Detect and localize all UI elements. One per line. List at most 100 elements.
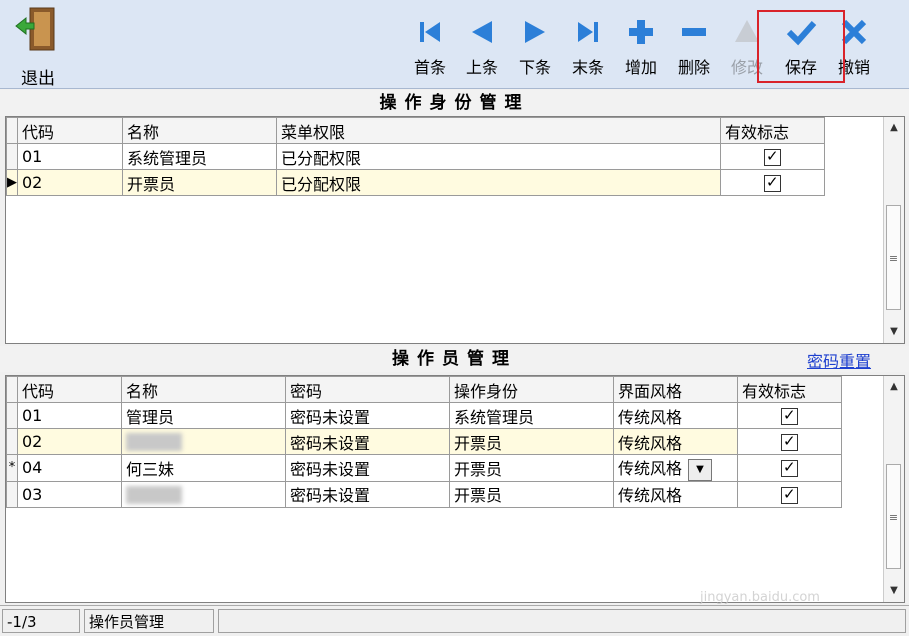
col-header[interactable]: 名称 xyxy=(122,117,277,144)
valid-checkbox[interactable] xyxy=(781,458,798,478)
table-row-editing[interactable]: * 04 何三妹 密码未设置 开票员 传统风格 ▼ xyxy=(6,454,842,482)
prev-icon xyxy=(472,21,492,43)
first-record-label: 首条 xyxy=(413,58,446,77)
delete-button[interactable]: 删除 xyxy=(669,8,719,80)
op-valid[interactable] xyxy=(737,454,842,482)
op-role[interactable]: 开票员 xyxy=(449,454,614,482)
op-password[interactable]: 密码未设置 xyxy=(285,480,450,508)
col-header[interactable]: 有效标志 xyxy=(737,376,842,403)
first-record-button[interactable]: 首条 xyxy=(405,8,455,80)
last-record-label: 末条 xyxy=(571,58,604,77)
valid-checkbox[interactable] xyxy=(781,432,798,451)
roles-section-title: 操作身份管理 xyxy=(0,90,909,116)
row-indicator-header xyxy=(6,376,18,403)
op-code[interactable]: 02 xyxy=(17,428,122,455)
col-header[interactable]: 名称 xyxy=(121,376,286,403)
op-style[interactable]: 传统风格 xyxy=(613,480,738,508)
op-name[interactable] xyxy=(121,480,286,508)
op-role[interactable]: 开票员 xyxy=(449,480,614,508)
op-style[interactable]: 传统风格 xyxy=(613,402,738,429)
table-row[interactable]: 01 管理员 密码未设置 系统管理员 传统风格 xyxy=(6,402,842,429)
col-header[interactable]: 代码 xyxy=(17,376,122,403)
row-indicator[interactable] xyxy=(6,143,18,170)
operators-section-title: 操作员管理 xyxy=(0,346,909,372)
roles-table: 代码 名称 菜单权限 有效标志 01 系统管理员 已分配权限 ▶ 02 开票员 … xyxy=(6,117,825,196)
roles-scrollbar[interactable]: ▲ ≡ ▼ xyxy=(883,117,904,343)
scroll-up-icon[interactable]: ▲ xyxy=(884,378,904,396)
role-name[interactable]: 系统管理员 xyxy=(122,143,277,170)
op-valid[interactable] xyxy=(737,402,842,429)
baidu-watermark-url: jingyan.baidu.com xyxy=(700,590,820,605)
op-password[interactable]: 密码未设置 xyxy=(285,402,450,429)
operators-table: 代码 名称 密码 操作身份 界面风格 有效标志 01 管理员 密码未设置 系统管… xyxy=(6,376,842,508)
scroll-thumb[interactable]: ≡ xyxy=(886,464,901,569)
op-style-select[interactable]: 传统风格 ▼ xyxy=(613,454,738,482)
role-code[interactable]: 01 xyxy=(17,143,123,170)
toolbar: 退出 首条 上条 下条 末条 增加 删除 修改 保存 撤销 xyxy=(0,0,909,89)
last-icon xyxy=(578,22,598,42)
op-name[interactable]: 管理员 xyxy=(121,402,286,429)
op-valid[interactable] xyxy=(737,480,842,508)
prev-record-label: 上条 xyxy=(465,58,498,77)
op-style-value: 传统风格 xyxy=(618,459,683,478)
valid-checkbox[interactable] xyxy=(764,147,781,166)
op-style[interactable]: 传统风格 xyxy=(613,428,738,455)
operators-scrollbar[interactable]: ▲ ≡ ▼ xyxy=(883,376,904,602)
op-valid[interactable] xyxy=(737,428,842,455)
role-code[interactable]: 02 xyxy=(17,169,123,196)
role-perm[interactable]: 已分配权限 xyxy=(276,169,721,196)
role-perm[interactable]: 已分配权限 xyxy=(276,143,721,170)
col-header[interactable]: 界面风格 xyxy=(613,376,738,403)
chevron-down-icon[interactable]: ▼ xyxy=(688,458,713,481)
op-code[interactable]: 01 xyxy=(17,402,122,429)
col-header[interactable]: 菜单权限 xyxy=(276,117,721,144)
col-header[interactable]: 有效标志 xyxy=(720,117,825,144)
new-row-marker[interactable]: * xyxy=(6,454,18,482)
op-name[interactable]: 何三妹 xyxy=(121,454,286,482)
next-record-button[interactable]: 下条 xyxy=(510,8,560,80)
prev-record-button[interactable]: 上条 xyxy=(457,8,507,80)
last-record-button[interactable]: 末条 xyxy=(563,8,613,80)
scroll-down-icon[interactable]: ▼ xyxy=(884,582,904,600)
row-indicator[interactable] xyxy=(6,428,18,455)
status-bar: -1/3 操作员管理 xyxy=(0,605,909,636)
exit-door-icon xyxy=(15,7,55,51)
valid-checkbox[interactable] xyxy=(764,173,781,192)
role-name[interactable]: 开票员 xyxy=(122,169,277,196)
table-row[interactable]: 02 密码未设置 开票员 传统风格 xyxy=(6,428,842,455)
op-password[interactable]: 密码未设置 xyxy=(285,428,450,455)
op-role[interactable]: 开票员 xyxy=(449,428,614,455)
col-header[interactable]: 密码 xyxy=(285,376,450,403)
scroll-thumb[interactable]: ≡ xyxy=(886,205,901,310)
valid-checkbox[interactable] xyxy=(781,406,798,425)
current-row-pointer-icon[interactable]: ▶ xyxy=(6,169,18,196)
role-valid[interactable] xyxy=(720,169,825,196)
table-row[interactable]: 01 系统管理员 已分配权限 xyxy=(6,143,825,170)
scroll-up-icon[interactable]: ▲ xyxy=(884,119,904,137)
operators-header-row: 代码 名称 密码 操作身份 界面风格 有效标志 xyxy=(6,376,842,403)
current-module: 操作员管理 xyxy=(84,609,214,633)
password-reset-link[interactable]: 密码重置 xyxy=(807,348,871,372)
op-role[interactable]: 系统管理员 xyxy=(449,402,614,429)
row-indicator[interactable] xyxy=(6,402,18,429)
col-header[interactable]: 代码 xyxy=(17,117,123,144)
delete-label: 删除 xyxy=(677,58,710,77)
op-code[interactable]: 03 xyxy=(17,480,122,508)
add-button[interactable]: 增加 xyxy=(616,8,666,80)
col-header[interactable]: 操作身份 xyxy=(449,376,614,403)
row-indicator[interactable] xyxy=(6,480,18,508)
table-row-selected[interactable]: ▶ 02 开票员 已分配权限 xyxy=(6,169,825,196)
op-password[interactable]: 密码未设置 xyxy=(285,454,450,482)
role-valid[interactable] xyxy=(720,143,825,170)
op-code[interactable]: 04 xyxy=(17,454,122,482)
blurred-name xyxy=(126,485,182,504)
scroll-down-icon[interactable]: ▼ xyxy=(884,323,904,341)
record-position: -1/3 xyxy=(2,609,80,633)
roles-grid: 代码 名称 菜单权限 有效标志 01 系统管理员 已分配权限 ▶ 02 开票员 … xyxy=(5,116,905,344)
table-row[interactable]: 03 密码未设置 开票员 传统风格 xyxy=(6,480,842,508)
op-name[interactable] xyxy=(121,428,286,455)
save-highlight-box xyxy=(757,10,845,83)
valid-checkbox[interactable] xyxy=(781,485,798,504)
exit-button[interactable]: 退出 xyxy=(8,4,68,89)
roles-header-row: 代码 名称 菜单权限 有效标志 xyxy=(6,117,825,144)
